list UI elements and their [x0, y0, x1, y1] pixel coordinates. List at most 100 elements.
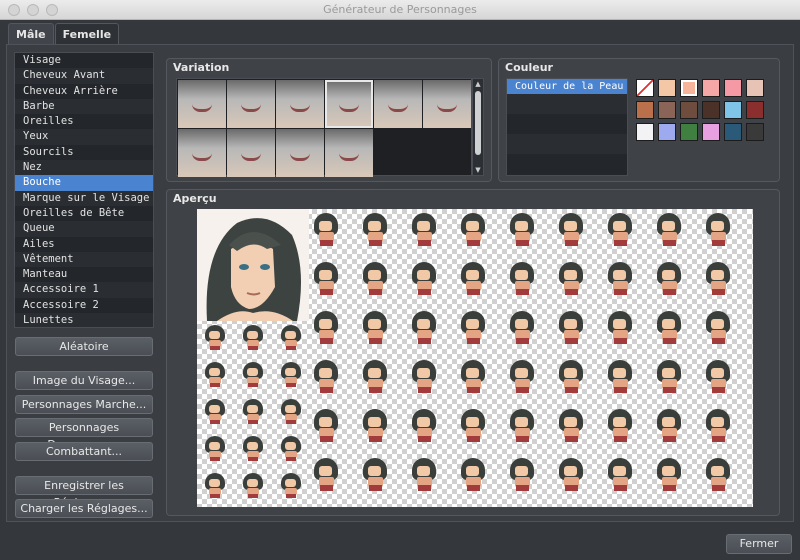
- tab-male[interactable]: Mâle: [8, 23, 54, 45]
- part-item[interactable]: Nez: [15, 160, 153, 176]
- color-swatch[interactable]: [658, 123, 676, 141]
- character-sprite: [241, 399, 265, 425]
- character-sprite: [556, 262, 586, 296]
- character-sprite: [203, 362, 227, 388]
- walking-characters-button[interactable]: Personnages Marche...: [15, 395, 153, 414]
- part-item[interactable]: Queue: [15, 221, 153, 237]
- character-sprite: [241, 325, 265, 351]
- scroll-down-icon[interactable]: ▼: [473, 165, 483, 175]
- color-item-skin[interactable]: Couleur de la Peau: [507, 79, 627, 94]
- character-sprite: [605, 458, 635, 492]
- variation-thumbnail[interactable]: [325, 129, 373, 177]
- character-sprite: [311, 360, 341, 394]
- mouth-icon: [339, 153, 359, 161]
- part-item[interactable]: Ailes: [15, 236, 153, 252]
- face-portrait: [197, 209, 309, 321]
- variation-title: Variation: [173, 61, 230, 74]
- character-sprite: [507, 213, 537, 247]
- close-button[interactable]: Fermer: [726, 534, 792, 554]
- character-sprite: [360, 458, 390, 492]
- random-button[interactable]: Aléatoire: [15, 337, 153, 356]
- color-list[interactable]: Couleur de la Peau: [506, 78, 628, 176]
- character-sprite: [654, 458, 684, 492]
- character-sprite: [311, 409, 341, 443]
- color-swatch[interactable]: [746, 79, 764, 97]
- color-swatch[interactable]: [746, 123, 764, 141]
- damage-characters-button[interactable]: Personnages Dommages...: [15, 418, 153, 451]
- scroll-up-icon[interactable]: ▲: [473, 79, 483, 89]
- character-sprite: [409, 311, 439, 345]
- part-item[interactable]: Manteau: [15, 267, 153, 283]
- color-swatch[interactable]: [746, 101, 764, 119]
- color-swatch[interactable]: [724, 79, 742, 97]
- color-swatch[interactable]: [724, 123, 742, 141]
- part-item[interactable]: Cheveux Arrière: [15, 83, 153, 99]
- variation-thumbnail[interactable]: [276, 80, 324, 128]
- generator-window: Générateur de Personnages Mâle Femelle V…: [0, 0, 800, 560]
- color-swatch[interactable]: [724, 101, 742, 119]
- variation-thumbnail[interactable]: [178, 80, 226, 128]
- character-sprite: [241, 473, 265, 499]
- no-color-swatch[interactable]: [636, 79, 654, 97]
- color-swatch[interactable]: [702, 79, 720, 97]
- color-swatch[interactable]: [680, 101, 698, 119]
- character-sprite: [279, 399, 303, 425]
- color-swatch[interactable]: [702, 101, 720, 119]
- character-sprite: [556, 213, 586, 247]
- mouth-icon: [290, 104, 310, 112]
- character-sprite: [654, 213, 684, 247]
- character-sprite: [203, 436, 227, 462]
- color-swatch[interactable]: [702, 123, 720, 141]
- variation-grid[interactable]: [176, 78, 472, 177]
- face-image-button[interactable]: Image du Visage...: [15, 371, 153, 390]
- variation-thumbnail[interactable]: [227, 129, 275, 177]
- character-sprite: [556, 409, 586, 443]
- part-item[interactable]: Yeux: [15, 129, 153, 145]
- character-sprite: [409, 213, 439, 247]
- preview-image: [197, 209, 753, 507]
- part-item[interactable]: Lunettes: [15, 313, 153, 327]
- variation-thumbnail[interactable]: [227, 80, 275, 128]
- part-item[interactable]: Bouche: [15, 175, 153, 191]
- parts-list[interactable]: Visage Cheveux Avant Cheveux Arrière Barbe O…: [14, 52, 154, 328]
- tab-female[interactable]: Femelle: [54, 23, 120, 45]
- save-settings-button[interactable]: Enregistrer les Réglages...: [15, 476, 153, 509]
- part-item[interactable]: Vêtement: [15, 251, 153, 268]
- character-sprite: [654, 262, 684, 296]
- character-sprite: [203, 325, 227, 351]
- color-swatch[interactable]: [636, 101, 654, 119]
- variation-thumbnail[interactable]: [325, 80, 373, 128]
- mouth-icon: [241, 104, 261, 112]
- part-item[interactable]: Oreilles de Bête: [15, 205, 153, 222]
- color-swatch[interactable]: [680, 79, 698, 97]
- part-item[interactable]: Cheveux Avant: [15, 68, 153, 84]
- character-sprite: [507, 409, 537, 443]
- scroll-thumb[interactable]: [475, 91, 481, 155]
- part-item[interactable]: Visage: [15, 53, 153, 69]
- variation-thumbnail[interactable]: [374, 80, 422, 128]
- variation-scrollbar[interactable]: ▲ ▼: [472, 78, 484, 176]
- character-sprite: [507, 262, 537, 296]
- part-item[interactable]: Oreilles: [15, 114, 153, 130]
- character-sprite: [279, 325, 303, 351]
- character-sprite: [703, 311, 733, 345]
- load-settings-button[interactable]: Charger les Réglages...: [15, 499, 153, 518]
- character-sprite: [703, 409, 733, 443]
- part-item[interactable]: Accessoire 2: [15, 297, 153, 314]
- variation-thumbnail[interactable]: [423, 80, 471, 128]
- battler-button[interactable]: Combattant...: [15, 442, 153, 461]
- character-sprite: [458, 213, 488, 247]
- variation-thumbnail[interactable]: [276, 129, 324, 177]
- part-item[interactable]: Barbe: [15, 98, 153, 115]
- color-swatch[interactable]: [680, 123, 698, 141]
- color-swatch[interactable]: [658, 101, 676, 119]
- color-swatch[interactable]: [658, 79, 676, 97]
- color-swatch[interactable]: [636, 123, 654, 141]
- part-item[interactable]: Accessoire 1: [15, 282, 153, 298]
- character-sprite: [654, 360, 684, 394]
- mouth-icon: [388, 104, 408, 112]
- character-sprite: [703, 262, 733, 296]
- part-item[interactable]: Marque sur le Visage: [15, 190, 153, 206]
- part-item[interactable]: Sourcils: [15, 144, 153, 161]
- variation-thumbnail[interactable]: [178, 129, 226, 177]
